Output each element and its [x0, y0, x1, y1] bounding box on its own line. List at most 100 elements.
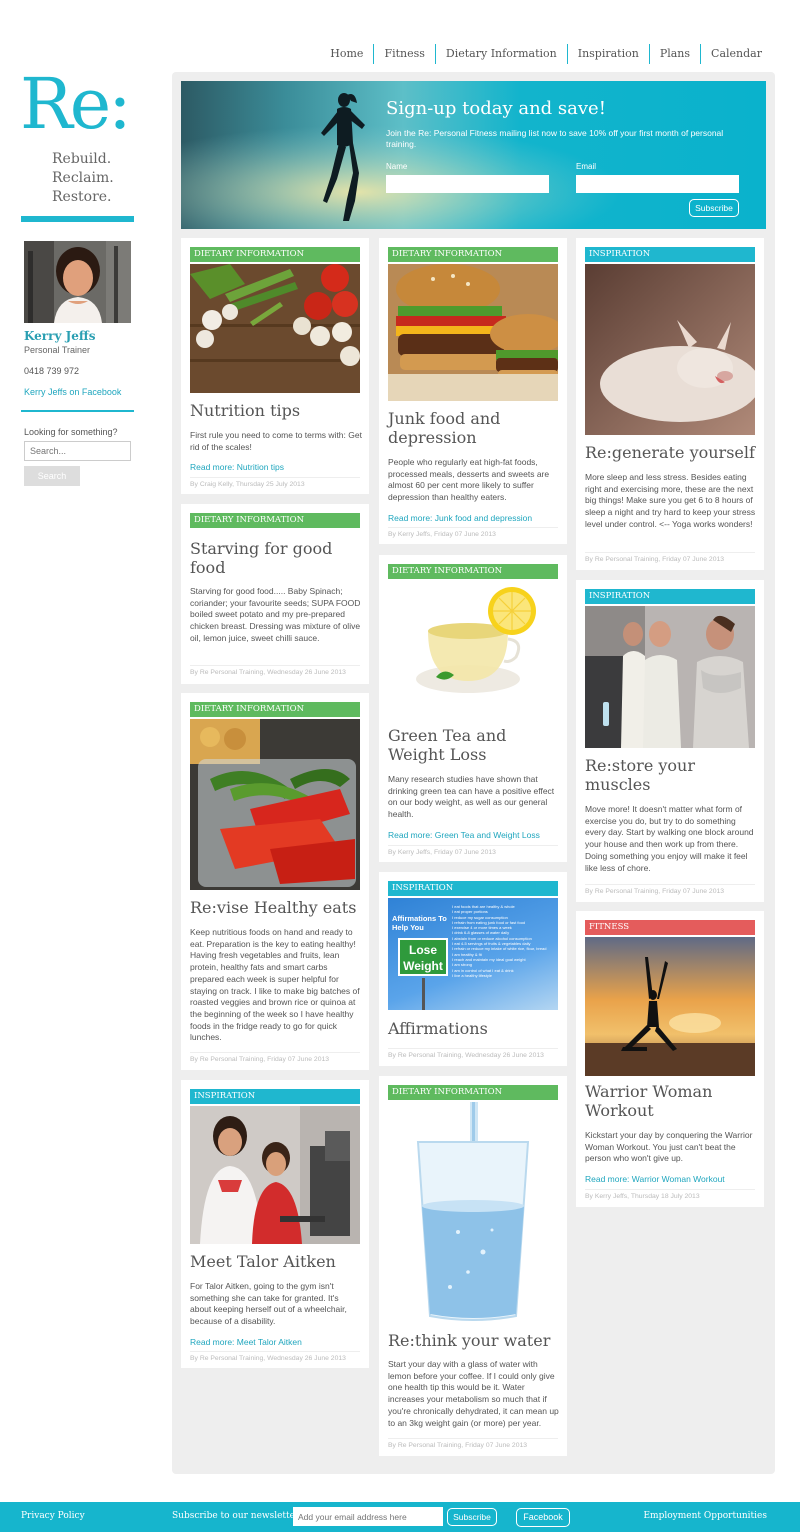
category-label[interactable]: INSPIRATION [585, 247, 755, 262]
article-image[interactable] [585, 264, 755, 435]
nav-home[interactable]: Home [320, 44, 373, 64]
read-more-link[interactable]: Read more: Junk food and depression [388, 513, 532, 523]
article-card: INSPIRATION Affirmations To Help You Los… [379, 872, 567, 1066]
category-label[interactable]: INSPIRATION [388, 881, 558, 896]
read-more-link[interactable]: Read more: Meet Talor Aitken [190, 1337, 302, 1347]
nav-inspiration[interactable]: Inspiration [566, 44, 649, 64]
affirmations-list: I eat foods that are healthy & whole I e… [452, 904, 556, 978]
article-image[interactable] [190, 1106, 360, 1244]
signup-title: Sign-up today and save! [386, 98, 606, 119]
article-card: DIETARY INFORMATION Starving for good fo… [181, 504, 369, 684]
article-byline: By Re Personal Training, Wednesday 26 Ju… [190, 1351, 360, 1362]
search-label: Looking for something? [24, 427, 118, 437]
read-more-link[interactable]: Read more: Warrior Woman Workout [585, 1174, 725, 1184]
email-label: Email [576, 162, 597, 171]
article-title[interactable]: Re:generate yourself [585, 443, 757, 462]
newsletter-email-input[interactable] [293, 1507, 443, 1526]
signup-text: Join the Re: Personal Fitness mailing li… [386, 128, 724, 149]
article-excerpt: Starving for good food..... Baby Spinach… [190, 586, 361, 643]
nav-plans[interactable]: Plans [648, 44, 700, 64]
nav-calendar[interactable]: Calendar [700, 44, 772, 64]
newsletter-label: Subscribe to our newsletter: [172, 1511, 303, 1521]
trainer-name: Kerry Jeffs [24, 329, 96, 343]
search-input[interactable] [24, 441, 131, 461]
name-input[interactable] [386, 175, 549, 193]
lose-weight-sign: Lose Weight [398, 938, 448, 976]
article-byline: By Craig Kelly, Thursday 25 July 2013 [190, 477, 360, 488]
privacy-policy-link[interactable]: Privacy Policy [21, 1511, 85, 1521]
article-title[interactable]: Warrior Woman Workout [585, 1082, 757, 1120]
article-image[interactable] [585, 937, 755, 1076]
article-title[interactable]: Affirmations [388, 1019, 560, 1038]
search-button[interactable]: Search [24, 466, 80, 486]
article-card: DIETARY INFORMATION Junk food and depres… [379, 238, 567, 544]
read-more-link[interactable]: Read more: Nutrition tips [190, 462, 284, 472]
article-title[interactable]: Re:vise Healthy eats [190, 898, 362, 917]
category-label[interactable]: DIETARY INFORMATION [190, 702, 360, 717]
article-byline: By Re Personal Training, Friday 07 June … [388, 1438, 558, 1449]
article-card: INSPIRATION Re:generate yourself More sl… [576, 238, 764, 570]
top-nav: Home Fitness Dietary Information Inspira… [320, 44, 772, 64]
category-label[interactable]: INSPIRATION [585, 589, 755, 604]
logo-divider [21, 216, 134, 222]
category-label[interactable]: DIETARY INFORMATION [388, 1085, 558, 1100]
trainer-photo [24, 241, 131, 323]
sign-line: Weight [403, 959, 443, 973]
article-card: DIETARY INFORMATION Green Tea and Weight… [379, 555, 567, 862]
article-title[interactable]: Re:think your water [388, 1331, 560, 1350]
article-card: DIETARY INFORMATION Nutrition tips First… [181, 238, 369, 494]
article-byline: By Kerry Jeffs, Friday 07 June 2013 [388, 527, 558, 538]
category-label[interactable]: FITNESS [585, 920, 755, 935]
article-excerpt: Start your day with a glass of water wit… [388, 1359, 559, 1428]
read-more-link[interactable]: Read more: Green Tea and Weight Loss [388, 830, 540, 840]
category-label[interactable]: DIETARY INFORMATION [190, 247, 360, 262]
article-image[interactable] [388, 1102, 558, 1322]
category-label[interactable]: INSPIRATION [190, 1089, 360, 1104]
newsletter-subscribe-button[interactable]: Subscribe [447, 1508, 497, 1526]
nav-fitness[interactable]: Fitness [373, 44, 434, 64]
article-image[interactable] [585, 606, 755, 748]
sign-line: Lose [408, 943, 437, 957]
employment-link[interactable]: Employment Opportunities [643, 1511, 767, 1521]
tagline-line: Rebuild. [52, 151, 112, 167]
article-card: DIETARY INFORMATION Re:vise Healthy eats… [181, 693, 369, 1070]
category-label[interactable]: DIETARY INFORMATION [190, 513, 360, 528]
category-label[interactable]: DIETARY INFORMATION [388, 564, 558, 579]
footer-facebook-button[interactable]: Facebook [516, 1508, 570, 1527]
email-input[interactable] [576, 175, 739, 193]
article-excerpt: People who regularly eat high-fat foods,… [388, 457, 550, 503]
article-title[interactable]: Green Tea and Weight Loss [388, 726, 560, 764]
sidebar-divider [21, 410, 134, 412]
tagline-line: Restore. [52, 189, 112, 205]
article-title[interactable]: Re:store your muscles [585, 756, 757, 794]
nav-dietary-information[interactable]: Dietary Information [434, 44, 567, 64]
site-logo[interactable]: Re: [20, 62, 134, 146]
article-image[interactable]: Affirmations To Help You Lose Weight I e… [388, 898, 558, 1010]
article-excerpt: More sleep and less stress. Besides eati… [585, 472, 756, 529]
tagline-line: Reclaim. [52, 170, 114, 186]
sign-post [422, 978, 425, 1010]
article-excerpt: Many research studies have shown that dr… [388, 774, 555, 820]
article-byline: By Kerry Jeffs, Thursday 18 July 2013 [585, 1189, 755, 1200]
affirmations-heading: Affirmations To Help You [392, 914, 447, 932]
footer: Privacy Policy Subscribe to our newslett… [0, 1502, 800, 1532]
category-label[interactable]: DIETARY INFORMATION [388, 247, 558, 262]
article-title[interactable]: Starving for good food [190, 539, 362, 577]
tagline: Rebuild. Reclaim. Restore. [52, 150, 114, 207]
article-excerpt: Kickstart your day by conquering the War… [585, 1130, 753, 1164]
article-byline: By Kerry Jeffs, Friday 07 June 2013 [388, 845, 558, 856]
article-image[interactable] [190, 264, 360, 393]
article-title[interactable]: Junk food and depression [388, 409, 560, 447]
article-card: INSPIRATION Re:store your muscles Move m… [576, 580, 764, 902]
article-byline: By Re Personal Training, Friday 07 June … [585, 552, 755, 563]
article-image[interactable] [190, 719, 360, 890]
facebook-link[interactable]: Kerry Jeffs on Facebook [24, 387, 121, 397]
article-title[interactable]: Meet Talor Aitken [190, 1252, 362, 1271]
article-image[interactable] [388, 581, 558, 719]
article-excerpt: Move more! It doesn't matter what form o… [585, 804, 754, 873]
affirmation-line: I refrain or reduce my intake of white r… [452, 946, 547, 952]
article-title[interactable]: Nutrition tips [190, 401, 362, 420]
trainer-role: Personal Trainer [24, 345, 91, 355]
hero-subscribe-button[interactable]: Subscribe [689, 199, 739, 217]
article-image[interactable] [388, 264, 558, 401]
